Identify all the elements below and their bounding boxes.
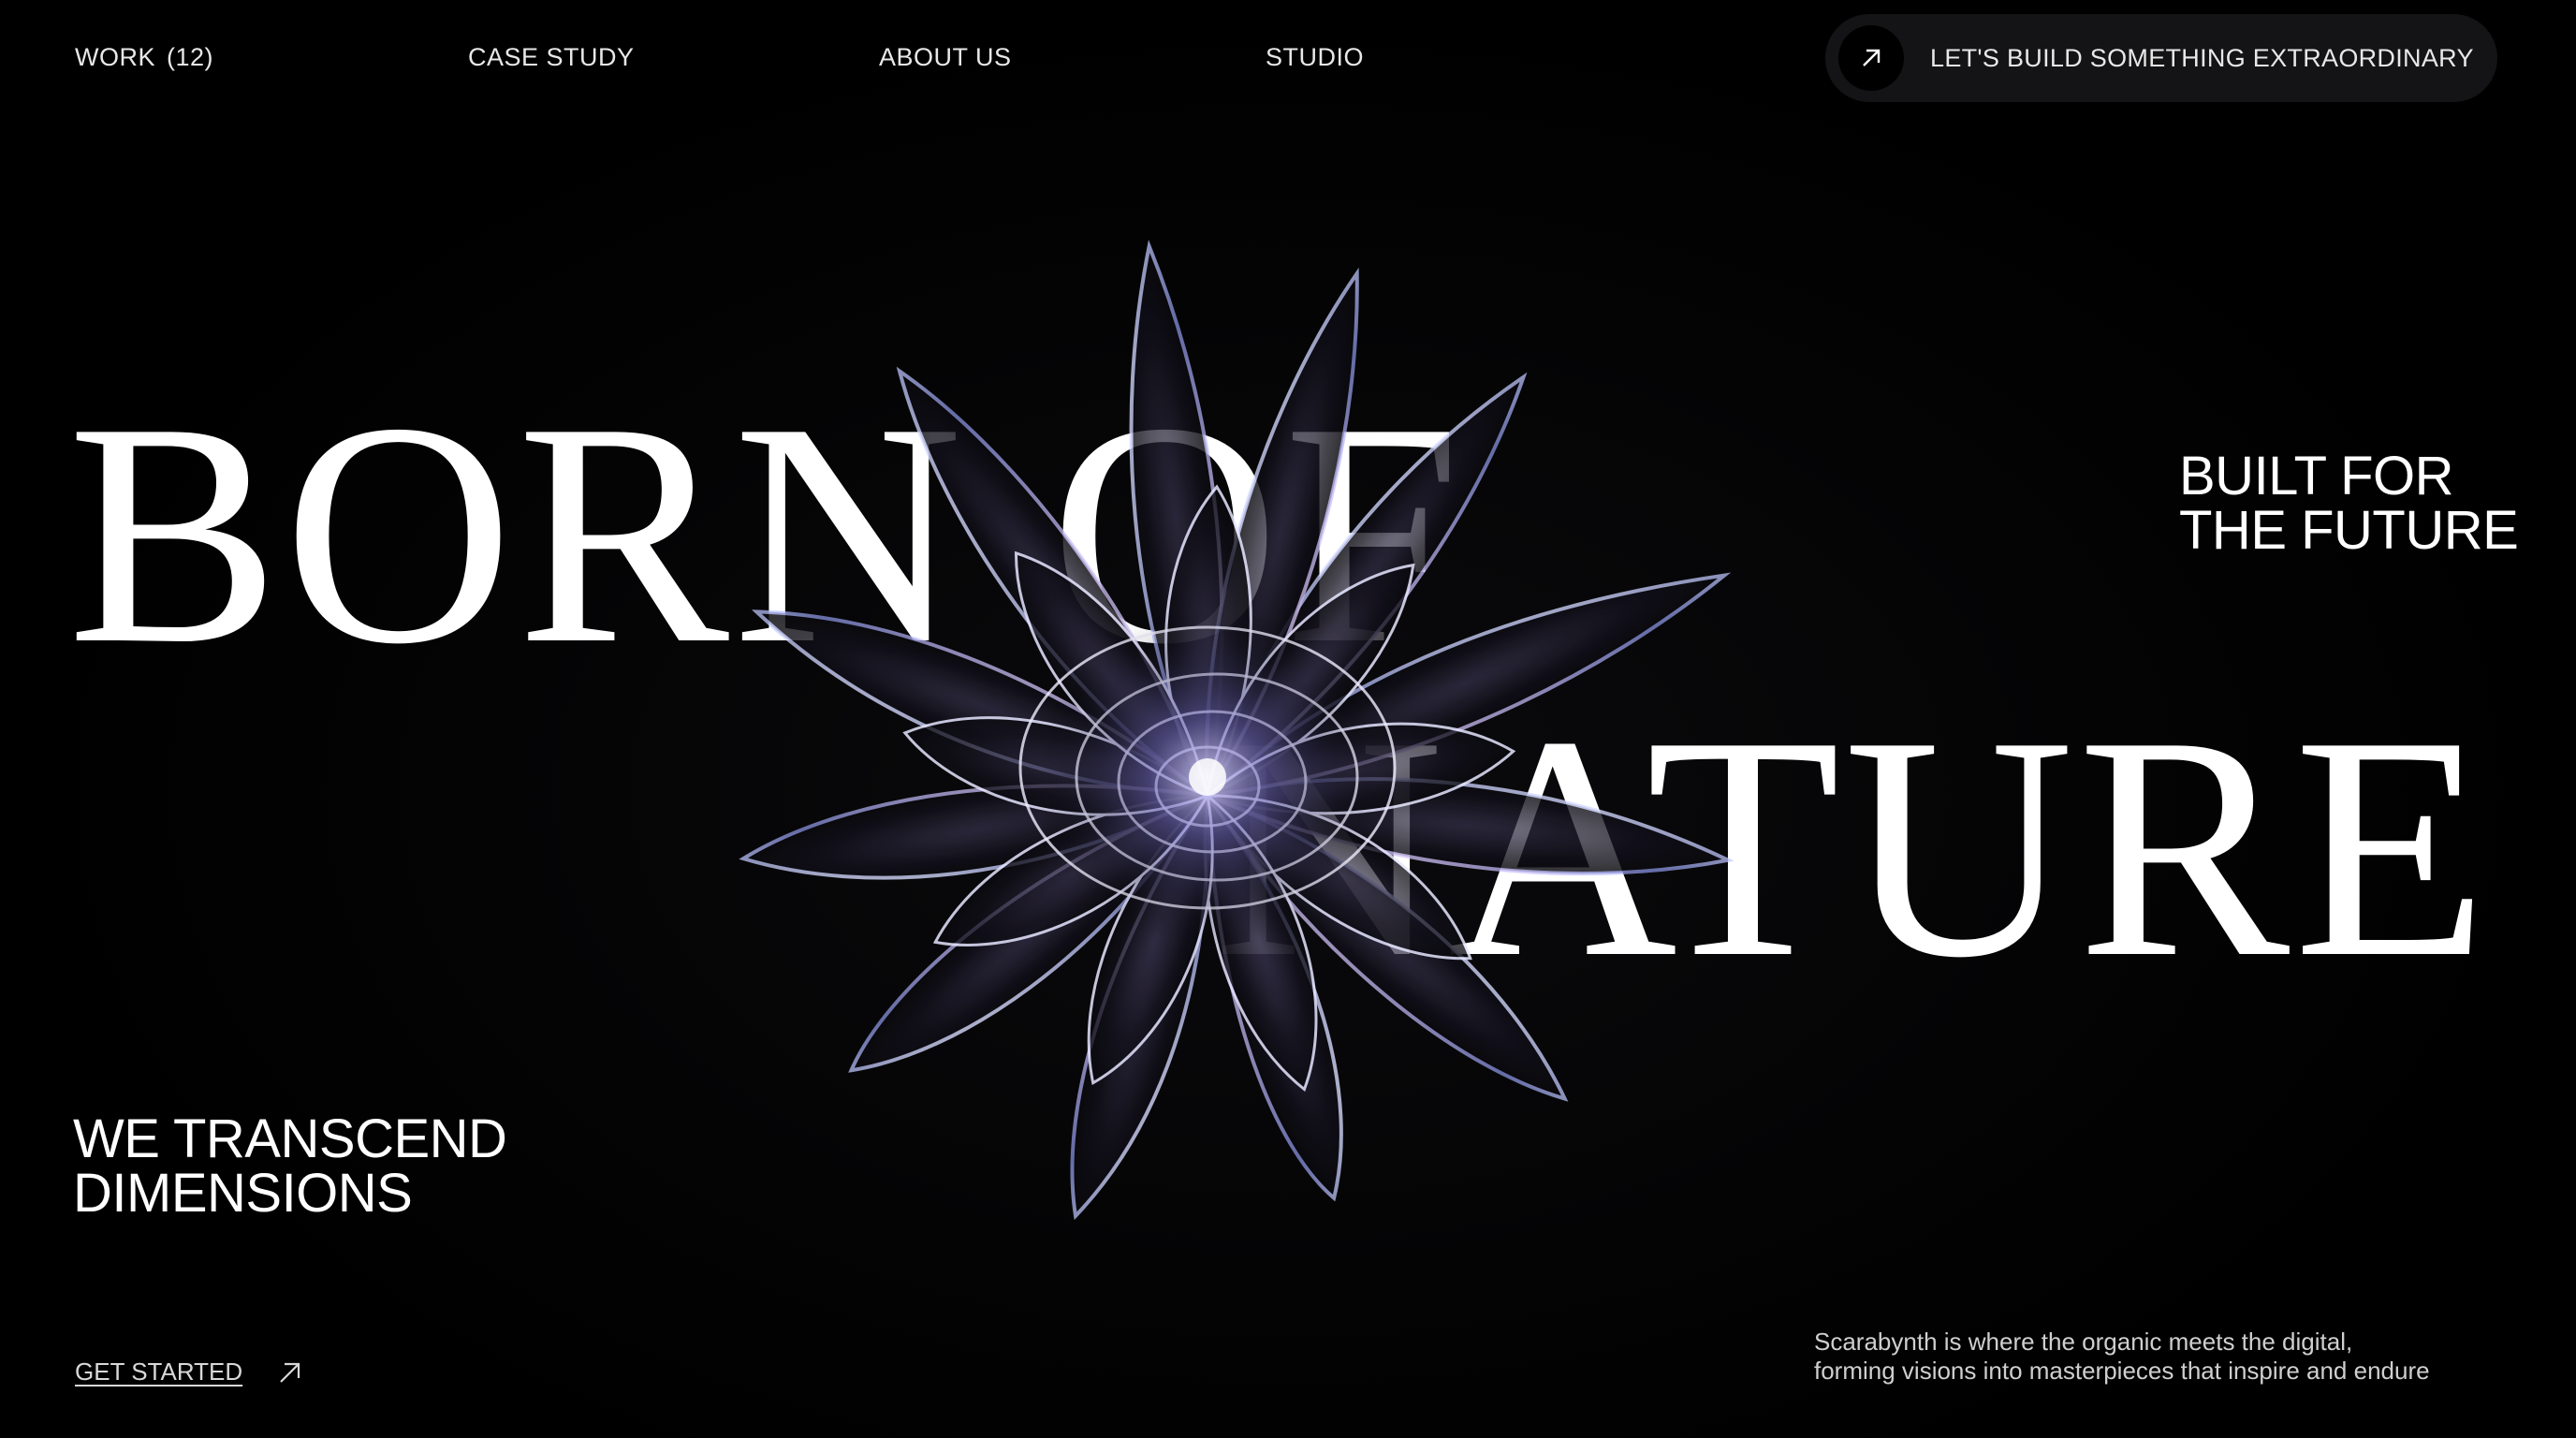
get-started-link[interactable]: GET STARTED <box>75 1357 304 1387</box>
cta-button[interactable]: LET'S BUILD SOMETHING EXTRAORDINARY <box>1825 14 2497 102</box>
hero-headline-line2: NATURE <box>1213 670 2492 1023</box>
nav-case-study-link[interactable]: CASE STUDY <box>468 43 635 72</box>
nav-about-us-link[interactable]: ABOUT US <box>879 43 1012 72</box>
cta-label: LET'S BUILD SOMETHING EXTRAORDINARY <box>1930 43 2474 72</box>
nav-work-link[interactable]: WORK (12) <box>75 43 213 72</box>
get-started-label: GET STARTED <box>75 1357 243 1386</box>
tagline-line-2: forming visions into masterpieces that i… <box>1814 1357 2430 1386</box>
arrow-up-right-icon <box>1838 25 1904 91</box>
built-for-line: BUILT FOR <box>2179 446 2454 506</box>
nav-work-label: WORK <box>75 43 155 71</box>
built-for-future-heading: BUILT FOR THE FUTURE <box>2179 446 2519 561</box>
tagline-line-1: Scarabynth is where the organic meets th… <box>1814 1328 2353 1356</box>
arrow-up-right-icon <box>276 1358 304 1387</box>
the-future-line: THE FUTURE <box>2179 500 2519 561</box>
dimensions-line: DIMENSIONS <box>73 1163 413 1224</box>
we-transcend-line: WE TRANSCEND <box>73 1108 507 1169</box>
nav-studio-link[interactable]: STUDIO <box>1266 43 1364 72</box>
studio-tagline: Scarabynth is where the organic meets th… <box>1814 1328 2430 1386</box>
hero-headline-line1: BORN OF <box>67 357 1465 710</box>
we-transcend-heading: WE TRANSCEND DIMENSIONS <box>73 1108 507 1224</box>
nav-work-count: (12) <box>167 43 214 71</box>
